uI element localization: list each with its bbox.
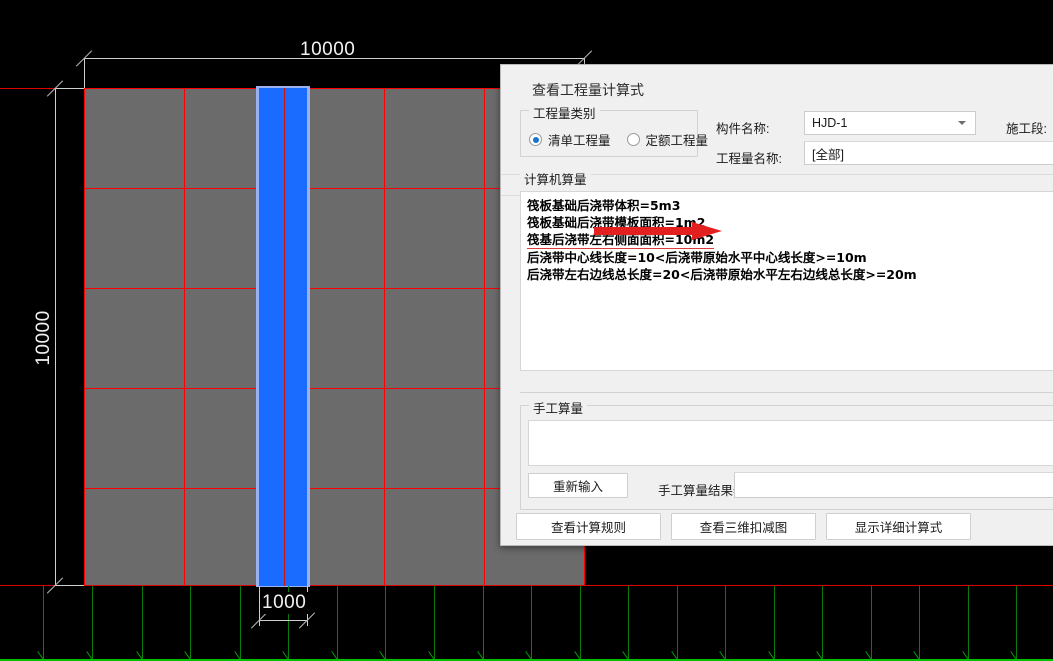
construction-section-label: 施工段: (1006, 122, 1047, 136)
axis-tick (622, 645, 638, 660)
axis-tick (719, 645, 735, 660)
axis-tick (768, 645, 784, 660)
formula-line: 筏板基础后浇带模板面积=1m2 (527, 215, 706, 230)
formula-line-highlighted: 筏基后浇带左右侧面面积=10m2 (527, 231, 1053, 249)
reinput-button[interactable]: 重新输入 (528, 473, 628, 498)
quantity-name-label: 工程量名称: (716, 152, 782, 166)
radio-label-list-quantity: 清单工程量 (548, 134, 611, 148)
dimension-extension-left-bottom (55, 585, 84, 586)
chevron-down-icon[interactable] (958, 121, 966, 125)
computed-quantity-legend: 计算机算量 (520, 169, 591, 188)
quantity-formula-dialog: 查看工程量计算式 工程量类别 清单工程量 定额工程量 构件名称: HJD-1 工… (500, 64, 1053, 546)
formula-line: 后浇带中心线长度=10<后浇带原始水平中心线长度>=10m (527, 250, 867, 265)
gridline-extension-bottom (0, 585, 1053, 586)
view-calc-rules-button[interactable]: 查看计算规则 (516, 513, 661, 540)
dialog-title: 查看工程量计算式 (532, 82, 644, 98)
axis-tick (574, 645, 590, 660)
axis-tick (1010, 645, 1026, 660)
component-name-label: 构件名称: (716, 122, 770, 136)
dimension-extension-left-top (55, 88, 84, 89)
axis-tick (913, 645, 929, 660)
manual-quantity-input[interactable] (528, 420, 1053, 466)
component-name-combobox[interactable]: HJD-1 (804, 111, 976, 135)
post-cast-strip[interactable] (259, 88, 307, 586)
axis-tick (86, 645, 102, 660)
computed-formula-box[interactable]: 筏板基础后浇带体积=5m3 筏板基础后浇带模板面积=1m2 筏基后浇带左右侧面面… (520, 191, 1053, 371)
axis-tick (428, 645, 444, 660)
axis-tick (865, 645, 881, 660)
axis-tick (962, 645, 978, 660)
axis-tick (37, 645, 53, 660)
radio-mark-icon[interactable] (529, 133, 542, 146)
quantity-category-radio-row: 清单工程量 定额工程量 (529, 130, 708, 149)
quantity-name-field[interactable]: [全部] (804, 141, 1053, 165)
gridline-vertical (484, 88, 485, 586)
radio-option-list-quantity[interactable]: 清单工程量 (529, 130, 611, 149)
axis-tick (671, 645, 687, 660)
radio-mark-icon[interactable] (626, 133, 640, 146)
axis-tick (184, 645, 200, 660)
axis-tick (282, 645, 298, 660)
dimension-line-left (55, 88, 56, 586)
manual-quantity-legend: 手工算量 (529, 398, 588, 417)
radio-option-norm-quantity[interactable]: 定额工程量 (626, 130, 709, 149)
axis-tick (136, 645, 152, 660)
dimension-label-bottom: 1000 (260, 592, 309, 614)
quantity-category-legend: 工程量类别 (529, 103, 600, 122)
post-cast-strip-centerline (284, 88, 285, 586)
show-detailed-formula-button[interactable]: 显示详细计算式 (826, 513, 971, 540)
gridline-vertical (384, 88, 385, 586)
axis-tick (379, 645, 395, 660)
axis-tick (816, 645, 832, 660)
manual-result-field[interactable] (734, 472, 1053, 498)
dimension-line-bottom (259, 620, 307, 621)
formula-line-underlined-text: 筏基后浇带左右侧面面积=10m2 (527, 232, 715, 249)
radio-label-norm-quantity: 定额工程量 (645, 134, 709, 148)
manual-result-label: 手工算量结果= (658, 484, 741, 498)
component-name-value: HJD-1 (812, 116, 848, 130)
axis-tick (525, 645, 541, 660)
dimension-label-top: 10000 (300, 39, 356, 60)
quantity-name-value: [全部] (812, 147, 844, 162)
dimension-extension-top-left (84, 58, 85, 88)
formula-line: 筏板基础后浇带体积=5m3 (527, 198, 681, 213)
gridline-vertical (84, 88, 85, 586)
quantity-category-groupbox: 工程量类别 清单工程量 定额工程量 (520, 103, 708, 157)
gridline-vertical (184, 88, 185, 586)
axis-tick (331, 645, 347, 660)
screen-root: 10000 10000 1000 查看工程量计算式 工程量类别 清单工程量 定额… (0, 0, 1053, 661)
axis-tick (234, 645, 250, 660)
formula-line: 后浇带左右边线总长度=20<后浇带原始水平左右边线总长度>=20m (527, 267, 917, 282)
view-3d-deduction-button[interactable]: 查看三维扣减图 (671, 513, 816, 540)
computed-formula-list: 筏板基础后浇带体积=5m3 筏板基础后浇带模板面积=1m2 筏基后浇带左右侧面面… (521, 192, 1053, 283)
axis-tick (477, 645, 493, 660)
dimension-label-left: 10000 (33, 310, 54, 366)
